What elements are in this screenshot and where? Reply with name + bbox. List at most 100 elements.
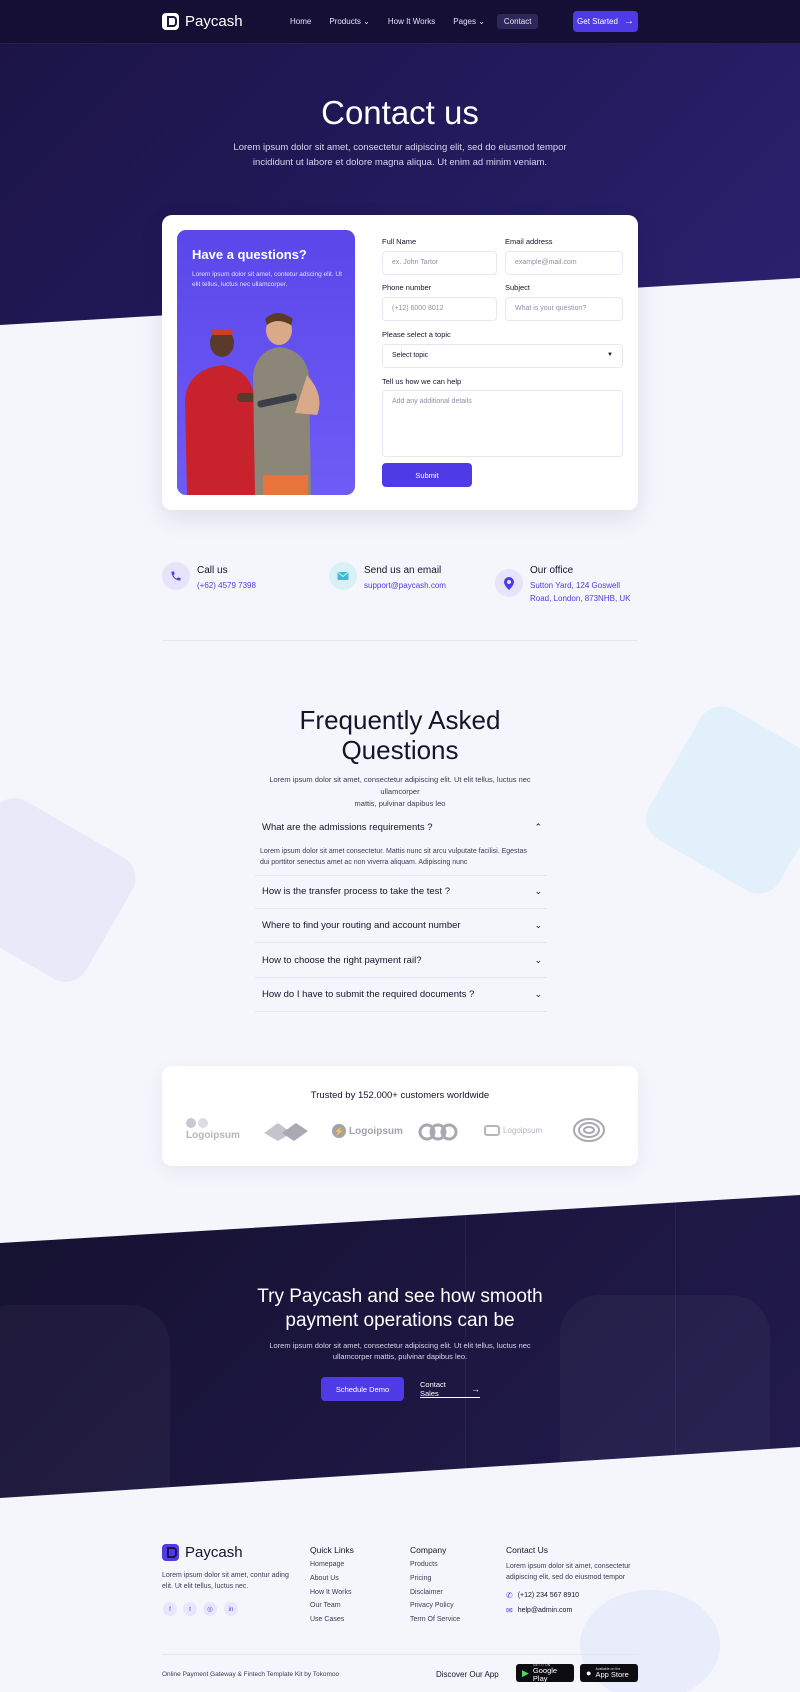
google-play-text: Google Play [532,1666,558,1683]
faq-subtitle-line2: mattis, pulvinar dapibus leo [354,799,446,808]
faq-item-4[interactable]: How to choose the right payment rail? ⌄ [262,955,542,966]
company-title: Company [410,1545,447,1555]
google-play-icon: ▶ [522,1667,529,1678]
cta-text-line2: ullamcorper mattis, pulvinar dapibus leo… [332,1352,468,1361]
faq-answer-line1: Lorem ipsum dolor sit amet consectetur. … [260,848,527,855]
faq-item-1[interactable]: What are the admissions requirements ? ⌃ [262,822,542,833]
partner-logo-1-text: Logoipsum [186,1130,240,1141]
instagram-icon[interactable]: ◎ [203,1602,217,1616]
chevron-down-icon: ⌄ [534,989,542,999]
partner-logo-5: Logoipsum [484,1125,542,1136]
footer-email[interactable]: ✉ help@admin.com [506,1606,572,1615]
promo-text: Lorem ipsum dolor sit amet, contetur ads… [192,271,342,288]
subject-label: Subject [505,283,531,292]
arrow-right-icon: → [623,16,634,27]
nav-links: Home Products ⌄ How It Works Pages ⌄ Con… [290,14,556,29]
chevron-down-icon: ⌄ [478,17,485,26]
app-store-badge[interactable]: ● Available on the App Store [580,1664,638,1682]
footer-link-products[interactable]: Products [410,1561,438,1568]
faq-item-2[interactable]: How is the transfer process to take the … [262,886,542,897]
office-address-line1: Sutton Yard, 124 Goswell [530,581,620,590]
contact-card: Have a questions? Lorem ipsum dolor sit … [162,215,638,510]
schedule-demo-button[interactable]: Schedule Demo [321,1377,404,1401]
brand-logo[interactable]: Paycash [162,13,243,30]
linkedin-icon[interactable]: in [224,1602,238,1616]
footer-link-pricing[interactable]: Pricing [410,1575,431,1582]
footer-link-use-cases[interactable]: Use Cases [310,1616,344,1623]
call-us-value[interactable]: (+62) 4579 7398 [197,579,256,592]
faq-question: How do I have to submit the required doc… [262,989,475,1000]
faq-title-line1: Frequently Asked [299,705,501,735]
faq-subtitle-line1: Lorem ipsum dolor sit amet, consectetur … [269,775,531,796]
topic-select[interactable]: Select topic ▼ [382,344,623,368]
twitter-icon[interactable]: t [183,1602,197,1616]
google-play-badge[interactable]: ▶ GET IT ON Google Play [516,1663,574,1683]
footer-about-line2: elit. Ut elit tellus, luctus nec. [162,1583,249,1590]
email-label: Email address [505,237,553,246]
decorative-shape [0,789,145,991]
full-name-label: Full Name [382,237,417,246]
nav-pages-label: Pages [453,17,476,26]
faq-divider [255,908,547,909]
contact-sales-label: Contact Sales [420,1379,446,1398]
footer-link-about[interactable]: About Us [310,1575,339,1582]
nav-contact[interactable]: Contact [496,14,539,29]
footer-link-disclaimer[interactable]: Disclaimer [410,1589,443,1596]
app-store-text: App Store [595,1670,629,1679]
quick-links-title: Quick Links [310,1545,354,1555]
faq-divider [255,942,547,943]
nav-how-it-works[interactable]: How It Works [388,14,435,29]
help-textarea[interactable]: Add any additional details [382,390,623,457]
chevron-down-icon: ⌄ [534,920,542,930]
submit-button[interactable]: Submit [382,463,472,487]
phone-input[interactable]: (+12) 6000 8012 [382,297,497,321]
logo-icon [162,1544,179,1561]
nav-home[interactable]: Home [290,14,311,29]
nav-products-label: Products [329,17,361,26]
cta-title-line1: Try Paycash and see how smooth [257,1286,543,1307]
nav-products[interactable]: Products ⌄ [329,14,370,29]
trusted-by-panel: Trusted by 152.000+ customers worldwide … [162,1066,638,1166]
footer-phone[interactable]: ✆ (+12) 234 567 8910 [506,1591,579,1600]
office-title: Our office [530,565,574,576]
cta-text: Lorem ipsum dolor sit amet, consectetur … [0,1340,800,1362]
partner-logo-3: ⚡ Logoipsum [332,1124,403,1138]
get-started-button[interactable]: Get Started → [573,11,638,32]
faq-item-3[interactable]: Where to find your routing and account n… [262,920,542,931]
full-name-input[interactable]: ex. John Tartor [382,251,497,275]
discover-app-label: Discover Our App [436,1670,499,1679]
contact-sales-link[interactable]: Contact Sales → [420,1380,480,1398]
footer-contact-text: Lorem ipsum dolor sit amet, consectetur … [506,1561,631,1583]
faq-divider [255,875,547,876]
trusted-title: Trusted by 152.000+ customers worldwide [310,1090,490,1101]
faq-divider [255,977,547,978]
footer-phone-value: (+12) 234 567 8910 [517,1592,580,1599]
footer-link-homepage[interactable]: Homepage [310,1561,344,1568]
subject-input[interactable]: What is your question? [505,297,623,321]
faq-question: How to choose the right payment rail? [262,955,422,966]
people-photo [185,313,320,495]
contact-us-title: Contact Us [506,1545,549,1555]
faq-item-5[interactable]: How do I have to submit the required doc… [262,989,542,1000]
page-title: Contact us [321,94,479,131]
footer-link-privacy[interactable]: Privacy Policy [410,1602,454,1609]
faq-answer-line2: dui porttitor senectus amet ac non viver… [260,859,468,866]
partner-logo-2 [264,1123,308,1141]
phone-icon: ✆ [506,1591,513,1600]
footer-email-value: help@admin.com [517,1607,573,1614]
footer-brand-logo[interactable]: Paycash [162,1544,243,1561]
footer-link-terms[interactable]: Term Of Service [410,1616,460,1623]
facebook-icon[interactable]: f [163,1602,177,1616]
faq-divider [255,1011,547,1012]
nav-pages[interactable]: Pages ⌄ [453,14,485,29]
footer-link-how-it-works[interactable]: How It Works [310,1589,352,1596]
partner-logo-6 [573,1118,605,1142]
footer-brand-name: Paycash [185,1544,243,1561]
faq-title: Frequently Asked Questions [0,705,800,765]
email-input[interactable]: example@mail.com [505,251,623,275]
topic-select-value: Select topic [392,352,429,359]
caret-down-icon: ▼ [607,352,613,358]
footer-link-team[interactable]: Our Team [310,1602,341,1609]
mail-icon [329,562,357,590]
email-value[interactable]: support@paycash.com [364,579,446,592]
